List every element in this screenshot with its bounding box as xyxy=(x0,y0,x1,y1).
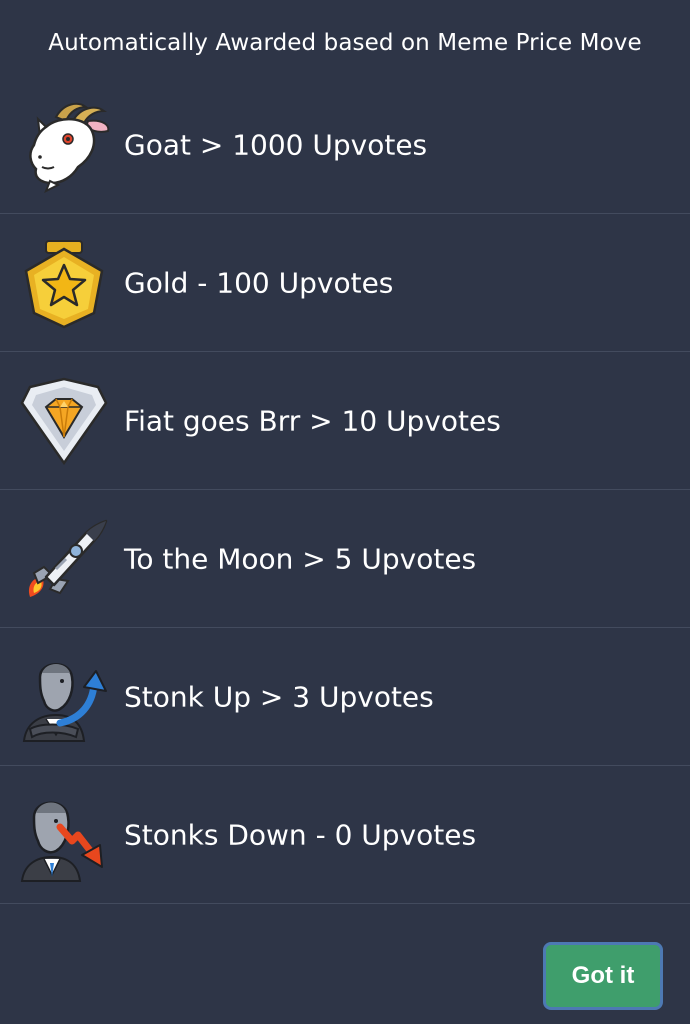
award-label: Gold - 100 Upvotes xyxy=(124,266,394,299)
got-it-button[interactable]: Got it xyxy=(543,942,663,1010)
award-row-goat[interactable]: Goat > 1000 Upvotes xyxy=(0,76,690,214)
award-row-moon[interactable]: To the Moon > 5 Upvotes xyxy=(0,490,690,628)
award-label: Fiat goes Brr > 10 Upvotes xyxy=(124,404,501,437)
award-row-fiat[interactable]: Fiat goes Brr > 10 Upvotes xyxy=(0,352,690,490)
award-label: Stonks Down - 0 Upvotes xyxy=(124,818,477,851)
award-list: Goat > 1000 Upvotes Gold - 100 Upvotes F xyxy=(0,76,690,904)
award-row-stonk-up[interactable]: Stonk Up > 3 Upvotes xyxy=(0,628,690,766)
award-label: Stonk Up > 3 Upvotes xyxy=(124,680,434,713)
gem-shield-icon xyxy=(16,373,112,469)
award-label: To the Moon > 5 Upvotes xyxy=(124,542,477,575)
gold-star-medal-icon xyxy=(16,235,112,331)
award-label: Goat > 1000 Upvotes xyxy=(124,128,428,161)
stonk-up-icon xyxy=(16,649,112,745)
award-row-gold[interactable]: Gold - 100 Upvotes xyxy=(0,214,690,352)
stonks-down-icon xyxy=(16,787,112,883)
dialog-title: Automatically Awarded based on Meme Pric… xyxy=(48,30,642,56)
rocket-icon xyxy=(16,511,112,607)
award-row-stonks-down[interactable]: Stonks Down - 0 Upvotes xyxy=(0,766,690,904)
goat-icon xyxy=(16,97,112,193)
